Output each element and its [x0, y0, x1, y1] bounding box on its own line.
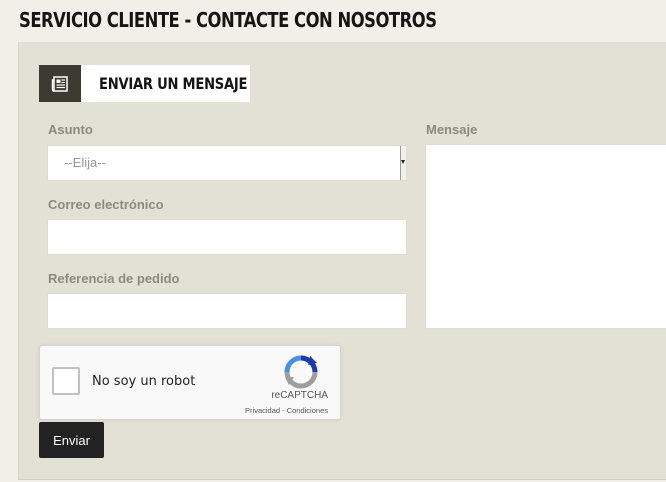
subject-select-value: --Elija-- — [64, 155, 106, 170]
recaptcha-checkbox[interactable] — [52, 367, 80, 395]
message-textarea[interactable] — [425, 144, 666, 329]
contact-form-panel: ENVIAR UN MENSAJE Asunto --Elija-- Corre… — [18, 42, 666, 480]
order-reference-label: Referencia de pedido — [48, 271, 180, 286]
section-header: ENVIAR UN MENSAJE — [39, 65, 250, 102]
page-title: SERVICIO CLIENTE - CONTACTE CON NOSOTROS — [19, 8, 437, 32]
recaptcha-brand: reCAPTCHA — [271, 390, 328, 401]
email-field[interactable] — [47, 219, 407, 255]
message-label: Mensaje — [426, 122, 478, 137]
newspaper-icon — [39, 65, 81, 102]
recaptcha-checkbox-label: No soy un robot — [92, 374, 196, 389]
email-label: Correo electrónico — [48, 197, 164, 212]
order-reference-field[interactable] — [47, 293, 407, 329]
submit-button[interactable]: Enviar — [39, 422, 104, 458]
chevron-down-icon — [400, 146, 406, 180]
section-title: ENVIAR UN MENSAJE — [99, 74, 248, 93]
subject-label: Asunto — [48, 122, 93, 137]
recaptcha-widget: No soy un robot reCAPTCHA Privacidad - C… — [39, 345, 341, 420]
recaptcha-privacy-terms-links[interactable]: Privacidad - Condiciones — [245, 406, 328, 415]
subject-select[interactable]: --Elija-- — [47, 145, 407, 181]
recaptcha-logo-icon — [284, 355, 318, 389]
